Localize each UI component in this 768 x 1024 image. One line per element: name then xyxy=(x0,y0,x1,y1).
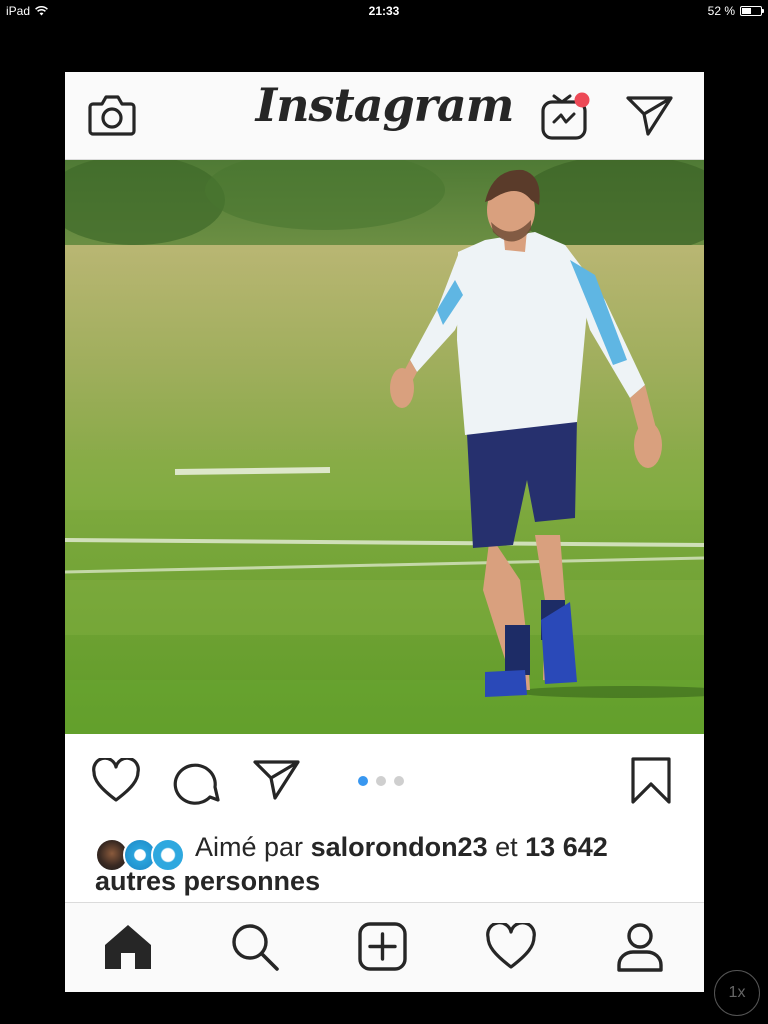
status-bar-right: 52 % xyxy=(707,4,764,18)
battery-icon xyxy=(740,6,764,16)
instagram-logo: Instagram xyxy=(255,78,515,132)
status-time: 21:33 xyxy=(368,4,400,18)
home-icon[interactable] xyxy=(102,921,154,973)
bookmark-icon[interactable] xyxy=(629,756,673,806)
top-bar: Instagram xyxy=(65,72,704,160)
igtv-notification-badge xyxy=(574,92,590,108)
likes-connector: et xyxy=(495,832,518,862)
zoom-level-badge[interactable]: 1x xyxy=(714,970,760,1016)
comment-icon[interactable] xyxy=(172,758,220,806)
likes-prefix: Aimé par xyxy=(195,832,304,862)
profile-icon[interactable] xyxy=(614,921,666,973)
post-photo[interactable] xyxy=(65,160,704,734)
carousel-dot xyxy=(358,776,368,786)
status-bar: iPad 21:33 52 % xyxy=(0,0,768,22)
liker-avatars xyxy=(95,838,187,874)
liker-avatar-3 xyxy=(151,838,185,872)
post-photo-image xyxy=(65,160,704,734)
carousel-dot xyxy=(394,776,404,786)
carousel-dot xyxy=(376,776,386,786)
likes-count[interactable]: 13 642 xyxy=(525,832,608,862)
igtv-icon[interactable] xyxy=(539,88,595,142)
battery-level xyxy=(742,8,751,14)
new-post-icon[interactable] xyxy=(357,921,409,973)
direct-message-icon[interactable] xyxy=(625,94,675,138)
instagram-screen: Instagram Aimé par salorondon23 et 13 64… xyxy=(65,72,704,992)
post-actions xyxy=(65,734,704,824)
activity-icon[interactable] xyxy=(485,923,537,971)
liker-username[interactable]: salorondon23 xyxy=(311,832,488,862)
battery-percent: 52 % xyxy=(707,4,735,18)
search-icon[interactable] xyxy=(229,921,281,973)
carousel-indicator xyxy=(358,776,404,786)
bottom-nav xyxy=(65,902,704,992)
share-icon[interactable] xyxy=(252,758,302,802)
like-heart-icon[interactable] xyxy=(91,758,141,804)
likes-summary: Aimé par salorondon23 et 13 642 autres pe… xyxy=(95,830,685,898)
